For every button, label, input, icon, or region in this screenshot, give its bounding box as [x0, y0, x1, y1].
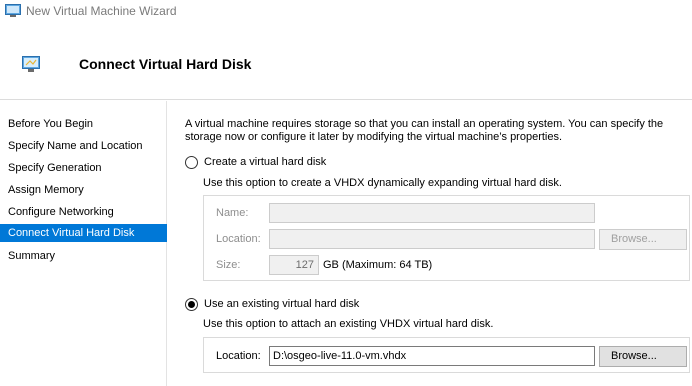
wizard-steps-sidebar: Before You Begin Specify Name and Locati… [0, 101, 167, 386]
sidebar-item-specify-generation[interactable]: Specify Generation [0, 159, 167, 177]
sidebar-item-before-you-begin[interactable]: Before You Begin [0, 115, 167, 133]
sidebar-item-summary[interactable]: Summary [0, 247, 167, 265]
virtual-machine-icon [5, 4, 21, 17]
name-label: Name: [216, 207, 249, 219]
name-field[interactable] [269, 203, 595, 223]
size-field[interactable]: 127 [269, 255, 319, 275]
existing-vhd-option[interactable]: Use an existing virtual hard disk [185, 296, 359, 312]
wizard-header: Connect Virtual Hard Disk [0, 23, 692, 100]
storage-description: A virtual machine requires storage so th… [185, 118, 664, 143]
sidebar-item-configure-networking[interactable]: Configure Networking [0, 203, 167, 221]
main-content: A virtual machine requires storage so th… [168, 101, 692, 386]
existing-location-field[interactable]: D:\osgeo-live-11.0-vm.vhdx [269, 346, 595, 366]
create-vhd-option[interactable]: Create a virtual hard disk [185, 154, 326, 170]
create-vhd-group: Name: Location: Browse... Size: 127 GB (… [203, 195, 690, 281]
existing-vhd-label[interactable]: Use an existing virtual hard disk [204, 298, 359, 310]
existing-browse-button[interactable]: Browse... [599, 346, 687, 367]
existing-location-label: Location: [216, 350, 261, 362]
virtual-machine-icon [22, 56, 40, 72]
window-title: New Virtual Machine Wizard [26, 4, 177, 18]
existing-vhd-group: Location: D:\osgeo-live-11.0-vm.vhdx Bro… [203, 337, 690, 373]
page-title: Connect Virtual Hard Disk [79, 56, 252, 72]
sidebar-item-specify-name-and-location[interactable]: Specify Name and Location [0, 137, 167, 155]
create-vhd-hint: Use this option to create a VHDX dynamic… [203, 177, 562, 189]
create-location-field[interactable] [269, 229, 595, 249]
sidebar-item-connect-virtual-hard-disk[interactable]: Connect Virtual Hard Disk [0, 224, 167, 242]
create-location-label: Location: [216, 233, 261, 245]
create-browse-button[interactable]: Browse... [599, 229, 687, 250]
existing-vhd-hint: Use this option to attach an existing VH… [203, 318, 494, 330]
create-vhd-label[interactable]: Create a virtual hard disk [204, 156, 326, 168]
size-label: Size: [216, 259, 241, 271]
size-suffix: GB (Maximum: 64 TB) [323, 259, 433, 271]
title-bar: New Virtual Machine Wizard [0, 0, 692, 23]
existing-vhd-radio[interactable] [185, 297, 198, 311]
sidebar-item-assign-memory[interactable]: Assign Memory [0, 181, 167, 199]
create-vhd-radio[interactable] [185, 155, 198, 169]
